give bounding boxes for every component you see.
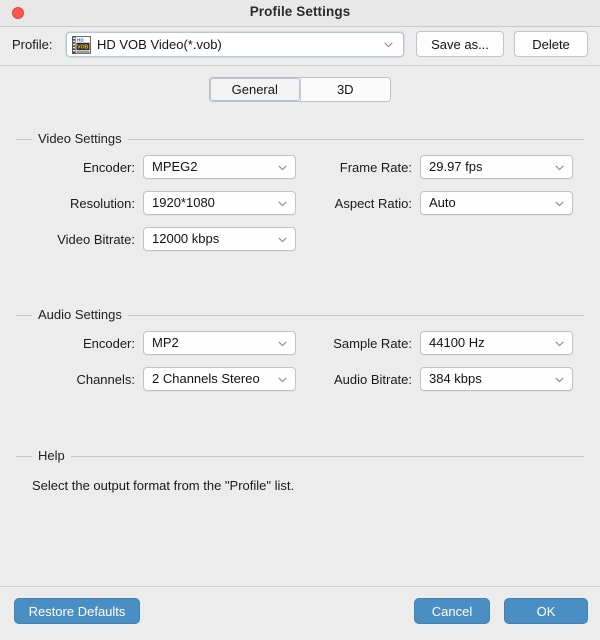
audio-encoder-label: Encoder: <box>82 336 135 351</box>
video-framerate-label: Frame Rate: <box>339 160 412 175</box>
audio-channels-dropdown[interactable]: 2 Channels Stereo <box>143 367 296 391</box>
video-resolution-dropdown[interactable]: 1920*1080 <box>143 191 296 215</box>
video-aspect-ratio-dropdown[interactable]: Auto <box>420 191 573 215</box>
chevron-down-icon <box>555 165 564 171</box>
video-resolution-label: Resolution: <box>69 196 135 211</box>
chevron-down-icon <box>555 341 564 347</box>
footer-bar: Restore Defaults Cancel OK <box>0 587 600 640</box>
chevron-down-icon <box>555 201 564 207</box>
video-encoder-label: Encoder: <box>82 160 135 175</box>
video-framerate-dropdown[interactable]: 29.97 fps <box>420 155 573 179</box>
audio-sample-rate-dropdown[interactable]: 44100 Hz <box>420 331 573 355</box>
audio-bitrate-value: 384 kbps <box>429 371 482 386</box>
video-encoder-value: MPEG2 <box>152 159 198 174</box>
audio-settings-title: Audio Settings <box>32 307 128 322</box>
audio-sample-rate-label: Sample Rate: <box>333 336 412 351</box>
profile-selected-value: HD VOB Video(*.vob) <box>97 37 222 52</box>
audio-channels-value: 2 Channels Stereo <box>152 371 260 386</box>
tab-3d[interactable]: 3D <box>299 78 390 101</box>
video-bitrate-dropdown[interactable]: 12000 kbps <box>143 227 296 251</box>
audio-bitrate-dropdown[interactable]: 384 kbps <box>420 367 573 391</box>
chevron-down-icon <box>384 42 393 48</box>
chevron-down-icon <box>278 237 287 243</box>
svg-text:HD: HD <box>77 38 84 43</box>
audio-channels-label: Channels: <box>76 372 135 387</box>
audio-bitrate-label: Audio Bitrate: <box>333 372 412 387</box>
restore-defaults-button[interactable]: Restore Defaults <box>14 598 140 624</box>
chevron-down-icon <box>555 377 564 383</box>
video-settings-title: Video Settings <box>32 131 128 146</box>
cancel-button[interactable]: Cancel <box>414 598 490 624</box>
profile-label: Profile: <box>12 37 53 52</box>
profile-dropdown[interactable]: HD VOB HD VOB Video(*.vob) <box>66 32 404 57</box>
save-as-button[interactable]: Save as... <box>416 31 504 57</box>
tab-bar: General 3D <box>209 77 391 102</box>
ok-button[interactable]: OK <box>504 598 588 624</box>
title-bar: Profile Settings <box>0 0 600 27</box>
help-title: Help <box>32 448 71 463</box>
video-bitrate-label: Video Bitrate: <box>57 232 135 247</box>
vob-file-icon: HD VOB <box>72 36 91 54</box>
profile-bar: Profile: HD VOB HD VOB Video(*.vob) Save… <box>0 27 600 66</box>
help-text: Select the output format from the "Profi… <box>32 478 295 493</box>
audio-sample-rate-value: 44100 Hz <box>429 335 485 350</box>
page-title: Profile Settings <box>249 4 351 19</box>
audio-encoder-dropdown[interactable]: MP2 <box>143 331 296 355</box>
svg-text:VOB: VOB <box>77 44 88 50</box>
video-encoder-dropdown[interactable]: MPEG2 <box>143 155 296 179</box>
video-resolution-value: 1920*1080 <box>152 195 215 210</box>
group-divider <box>16 456 584 457</box>
video-aspect-ratio-label: Aspect Ratio: <box>334 196 412 211</box>
audio-encoder-value: MP2 <box>152 335 179 350</box>
video-aspect-ratio-value: Auto <box>429 195 456 210</box>
tab-general[interactable]: General <box>210 78 300 101</box>
video-bitrate-value: 12000 kbps <box>152 231 220 246</box>
delete-button[interactable]: Delete <box>514 31 588 57</box>
video-framerate-value: 29.97 fps <box>429 159 483 174</box>
